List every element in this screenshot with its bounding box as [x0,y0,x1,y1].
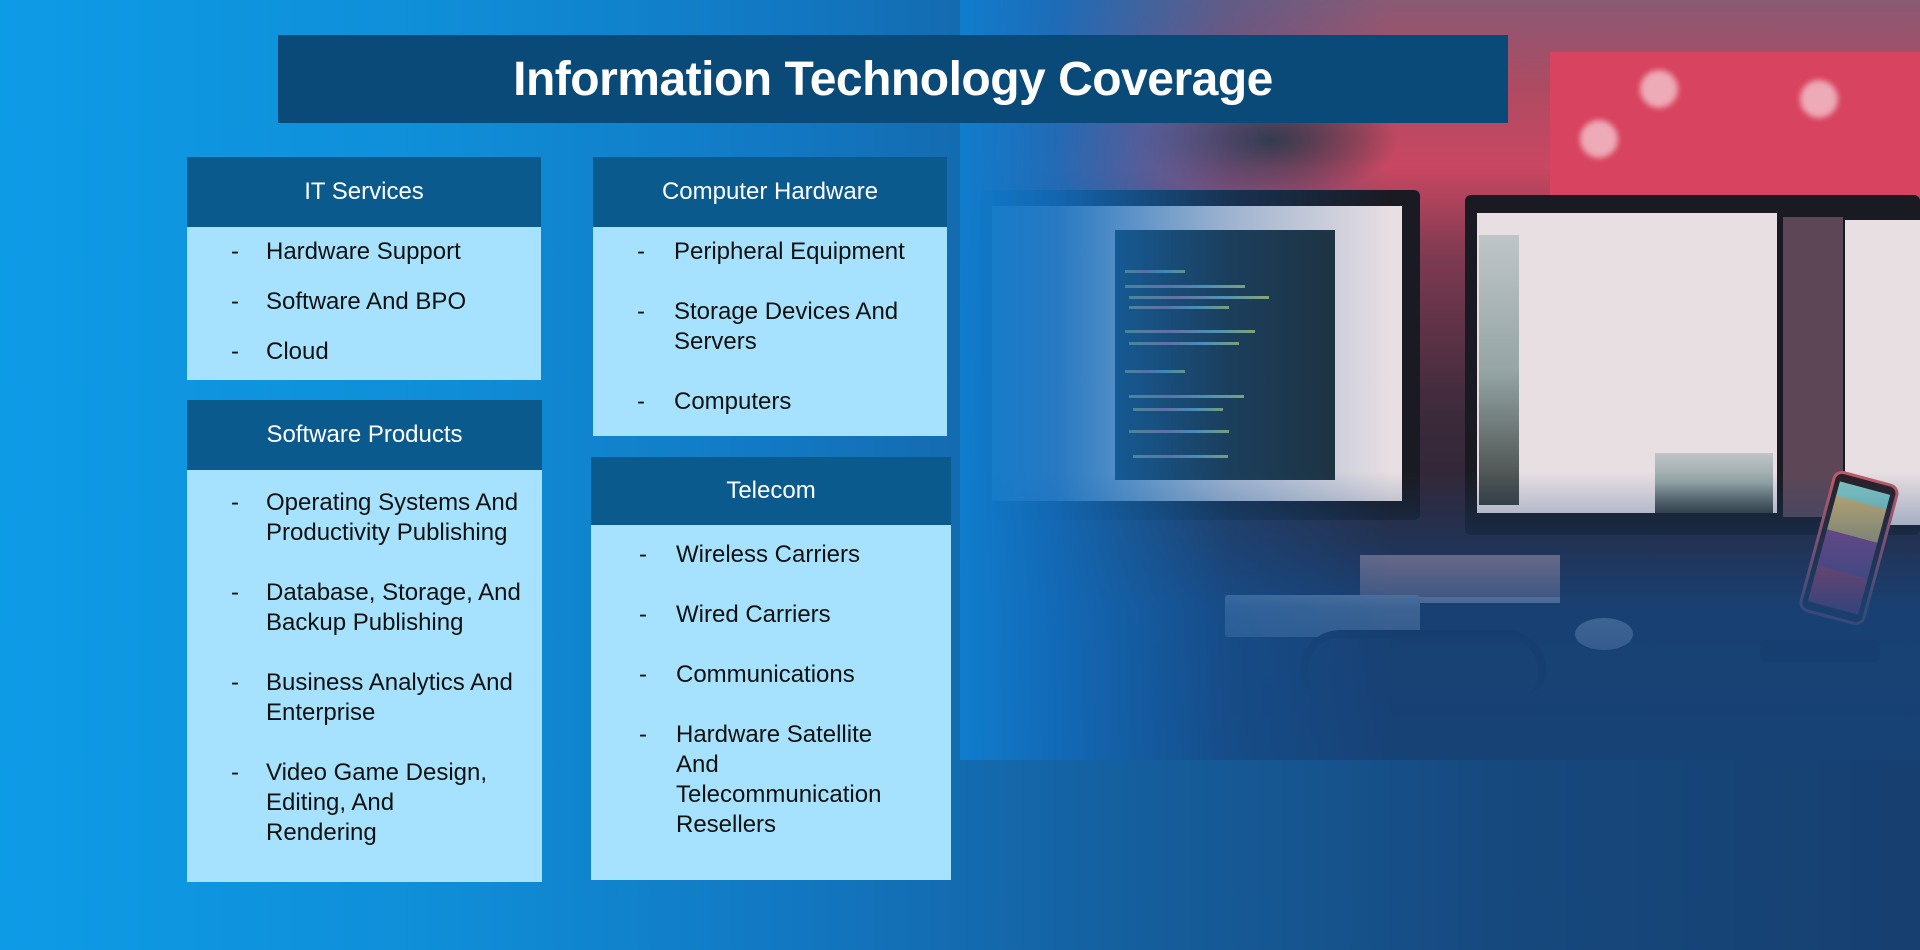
card-it-services: IT Services - Hardware Support - Software … [187,157,541,380]
page-title: Information Technology Coverage [513,52,1273,106]
list-item: - Communications [591,660,951,690]
list-item: - Cloud [187,337,541,367]
dash-bullet-icon: - [639,601,647,628]
list-item-text: Peripheral Equipment [674,238,905,265]
dash-bullet-icon: - [231,338,239,365]
dash-bullet-icon: - [639,721,647,748]
list-item: - Business Analytics And Enterprise [187,668,542,728]
card-item-list: - Wireless Carriers - Wired Carriers - Comm… [591,525,951,840]
list-item-text: Hardware Satellite And Telecommunication… [676,721,882,838]
list-item-text: Cloud [266,338,329,365]
list-item-text: Storage Devices And Servers [674,298,899,355]
list-item: - Computers [593,387,947,417]
list-item: - Hardware Support [187,237,541,267]
card-telecom: Telecom - Wireless Carriers - Wired Carrie… [591,457,951,880]
card-item-list: - Operating Systems And Productivity Publ… [187,470,542,848]
card-item-list: - Hardware Support - Software And BPO - Clo… [187,227,541,367]
list-item-text: Video Game Design, Editing, And Renderin… [266,759,488,846]
dash-bullet-icon: - [639,541,647,568]
card-heading: IT Services [187,157,541,227]
list-item: - Wired Carriers [591,600,951,630]
dash-bullet-icon: - [231,489,239,516]
list-item: - Storage Devices And Servers [593,297,947,357]
list-item-text: Database, Storage, And Backup Publishing [266,579,521,636]
card-heading: Computer Hardware [593,157,947,227]
list-item: - Peripheral Equipment [593,237,947,267]
dash-bullet-icon: - [231,579,239,606]
card-computer-hardware: Computer Hardware - Peripheral Equipment … [593,157,947,436]
list-item: - Wireless Carriers [591,540,951,570]
dash-bullet-icon: - [231,238,239,265]
card-item-list: - Peripheral Equipment - Storage Devices A… [593,227,947,417]
title-banner: Information Technology Coverage [278,35,1508,123]
list-item-text: Communications [676,661,855,688]
dash-bullet-icon: - [637,298,645,325]
list-item: - Software And BPO [187,287,541,317]
list-item: - Video Game Design, Editing, And Renderi… [187,758,542,848]
card-heading: Software Products [187,400,542,470]
list-item: - Database, Storage, And Backup Publishin… [187,578,542,638]
list-item-text: Software And BPO [266,288,467,315]
card-software-products: Software Products - Operating Systems And… [187,400,542,882]
dash-bullet-icon: - [231,669,239,696]
dash-bullet-icon: - [231,759,239,786]
list-item: - Operating Systems And Productivity Publ… [187,488,542,548]
list-item: - Hardware Satellite And Telecommunicatio… [591,720,951,840]
list-item-text: Computers [674,388,792,415]
dash-bullet-icon: - [231,288,239,315]
dash-bullet-icon: - [637,388,645,415]
dash-bullet-icon: - [639,661,647,688]
list-item-text: Wireless Carriers [676,541,861,568]
card-heading: Telecom [591,457,951,525]
list-item-text: Hardware Support [266,238,461,265]
list-item-text: Wired Carriers [676,601,831,628]
list-item-text: Business Analytics And Enterprise [266,669,513,726]
list-item-text: Operating Systems And Productivity Publi… [266,489,519,546]
dash-bullet-icon: - [637,238,645,265]
